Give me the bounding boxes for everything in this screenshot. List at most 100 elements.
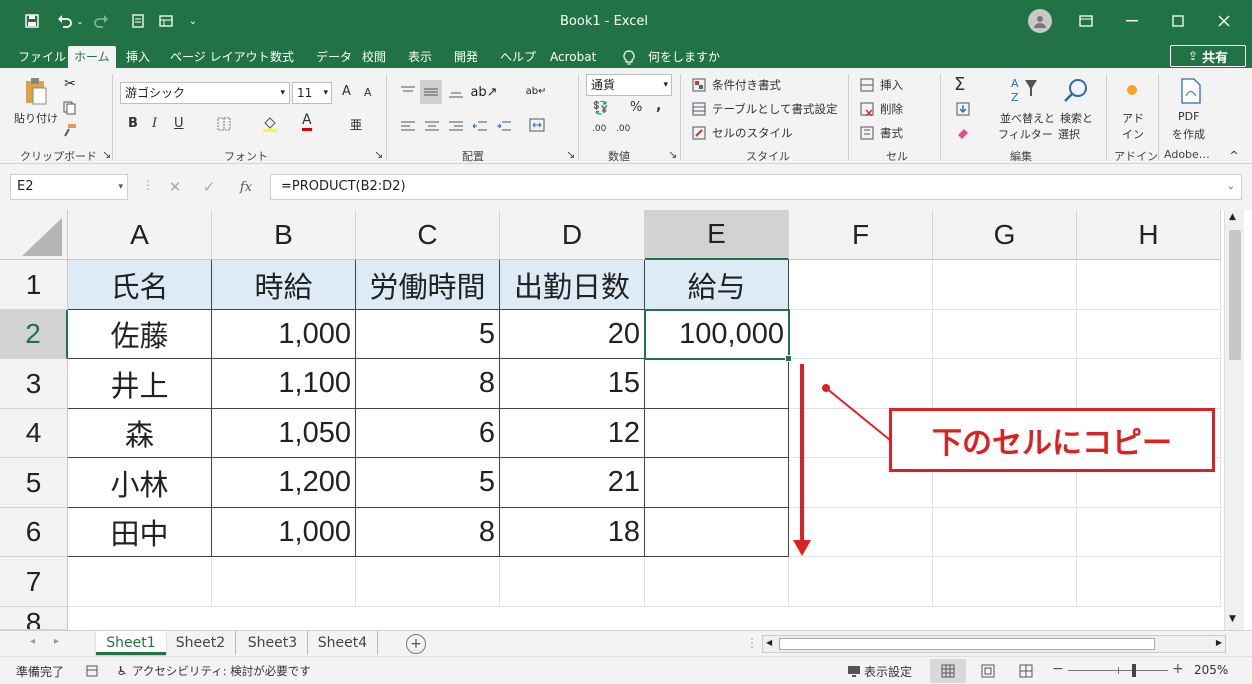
expand-formula-icon[interactable]: ⌄ (1227, 175, 1235, 199)
grow-font-button[interactable]: A (342, 84, 351, 99)
table-cell[interactable]: 1,100 (212, 359, 356, 409)
wrap-text-icon[interactable]: ab↵ (526, 80, 547, 102)
orientation-icon[interactable]: ab↗ (470, 82, 497, 102)
tell-me-search[interactable]: 何をしますか (648, 46, 720, 68)
grid-cell[interactable] (1077, 508, 1221, 557)
row-header-7[interactable]: 7 (0, 557, 68, 607)
vertical-scrollbar[interactable]: ▲ ▼ (1224, 210, 1244, 630)
column-header-e[interactable]: E (645, 210, 789, 260)
table-cell[interactable]: 田中 (68, 508, 212, 557)
table-cell[interactable]: 小林 (68, 458, 212, 508)
worksheet-grid[interactable]: A B C D E F G H 1 2 3 4 5 6 7 8 氏名 時給 労働… (0, 210, 1252, 630)
grid-cell[interactable] (356, 557, 500, 607)
table-cell[interactable]: 井上 (68, 359, 212, 409)
row-header-1[interactable]: 1 (0, 260, 68, 310)
decrease-decimal-button[interactable]: .00 (616, 124, 630, 134)
delete-cells-button[interactable]: 削除 (880, 101, 903, 117)
print-preview-icon[interactable] (128, 12, 148, 30)
share-button[interactable]: ⇪ 共有 (1170, 45, 1246, 67)
cancel-icon[interactable]: ✕ (166, 178, 184, 196)
dialog-launcher-icon[interactable]: ↘ (102, 148, 111, 161)
format-cells-button[interactable]: 書式 (880, 125, 903, 141)
tab-help[interactable]: ヘルプ (500, 46, 536, 68)
undo-icon[interactable] (54, 12, 76, 30)
dialog-launcher-icon[interactable]: ↘ (374, 148, 383, 161)
percent-style-button[interactable]: % (630, 100, 642, 115)
grid-cell[interactable] (789, 260, 933, 310)
table-cell[interactable]: 15 (500, 359, 645, 409)
grid-cell[interactable] (789, 557, 933, 607)
grid-cell[interactable] (789, 310, 933, 359)
accessibility-icon[interactable]: ♿ (114, 663, 130, 679)
zoom-slider-thumb[interactable] (1132, 664, 1136, 677)
table-cell[interactable] (645, 409, 789, 458)
sheet-tab-sheet2[interactable]: Sheet2 (166, 631, 236, 655)
insert-function-icon[interactable]: fx (236, 178, 256, 196)
find-select-label-2[interactable]: 選択 (1058, 126, 1080, 142)
bold-button[interactable]: B (128, 116, 138, 131)
column-header-b[interactable]: B (212, 210, 356, 260)
grid-cell[interactable] (933, 508, 1077, 557)
sheet-tab-sheet4[interactable]: Sheet4 (308, 631, 378, 655)
row-header-3[interactable]: 3 (0, 359, 68, 409)
align-center-icon[interactable] (422, 116, 442, 136)
paste-label[interactable]: 貼り付け (14, 110, 58, 126)
grid-cell[interactable] (1077, 359, 1221, 409)
scroll-right-icon[interactable]: ▶ (1216, 638, 1222, 647)
sheet-tab-sheet1[interactable]: Sheet1 (96, 631, 166, 655)
zoom-level[interactable]: 205% (1194, 663, 1228, 677)
fill-color-icon[interactable] (260, 114, 280, 134)
tab-insert[interactable]: 挿入 (126, 46, 150, 68)
table-cell[interactable]: 5 (356, 310, 500, 359)
enter-icon[interactable]: ✓ (200, 178, 218, 196)
scroll-left-icon[interactable]: ◀ (766, 638, 772, 647)
paste-icon[interactable] (22, 76, 50, 108)
table-header-cell[interactable]: 出勤日数 (500, 260, 645, 310)
sort-filter-label-2[interactable]: フィルター (998, 126, 1053, 142)
table-cell[interactable]: 1,000 (212, 508, 356, 557)
table-cell[interactable]: 8 (356, 508, 500, 557)
grid-cell[interactable] (933, 359, 1077, 409)
table-cell[interactable]: 佐藤 (68, 310, 212, 359)
scroll-down-icon[interactable]: ▼ (1229, 614, 1236, 624)
font-color-button[interactable]: A (302, 112, 312, 131)
tab-page-layout[interactable]: ページ レイアウト (170, 46, 270, 68)
row-header-2[interactable]: 2 (0, 310, 68, 359)
grid-cell[interactable] (212, 557, 356, 607)
borders-icon[interactable] (214, 114, 234, 134)
dialog-launcher-icon[interactable]: ↘ (566, 148, 575, 161)
table-cell[interactable]: 18 (500, 508, 645, 557)
tab-data[interactable]: データ (316, 46, 352, 68)
copy-icon[interactable] (62, 100, 78, 116)
maximize-icon[interactable] (1168, 12, 1188, 30)
merge-center-icon[interactable] (526, 114, 548, 136)
dialog-launcher-icon[interactable]: ↘ (668, 148, 677, 161)
table-cell-selected[interactable]: 100,000 (645, 310, 789, 359)
page-layout-view-icon[interactable] (978, 662, 998, 680)
column-header-c[interactable]: C (356, 210, 500, 260)
table-cell[interactable]: 1,000 (212, 310, 356, 359)
row-header-8[interactable]: 8 (0, 607, 68, 630)
grid-cell[interactable] (1077, 310, 1221, 359)
tab-file[interactable]: ファイル (18, 46, 66, 68)
tab-view[interactable]: 表示 (408, 46, 432, 68)
create-pdf-label[interactable]: PDF (1178, 110, 1199, 123)
increase-indent-icon[interactable] (494, 116, 514, 136)
phonetic-icon[interactable]: 亜 (346, 114, 366, 134)
undo-dropdown-icon[interactable]: ⌄ (76, 14, 84, 28)
autosum-button[interactable]: Σ (954, 74, 965, 95)
cut-icon[interactable]: ✂ (62, 76, 78, 92)
tab-home[interactable]: ホーム (68, 46, 116, 68)
sort-filter-label[interactable]: 並べ替えと (1000, 110, 1055, 126)
grid-cell[interactable] (500, 557, 645, 607)
save-icon[interactable] (22, 12, 42, 30)
find-select-label[interactable]: 検索と (1060, 110, 1093, 126)
minimize-icon[interactable] (1122, 12, 1142, 30)
grid-cell[interactable] (933, 310, 1077, 359)
table-cell[interactable]: 8 (356, 359, 500, 409)
font-name-select[interactable]: 游ゴシック ▾ (120, 82, 290, 104)
scroll-up-icon[interactable]: ▲ (1229, 212, 1236, 222)
table-cell[interactable]: 20 (500, 310, 645, 359)
column-header-h[interactable]: H (1077, 210, 1221, 260)
formula-input[interactable]: =PRODUCT(B2:D2) ⌄ (270, 174, 1242, 200)
